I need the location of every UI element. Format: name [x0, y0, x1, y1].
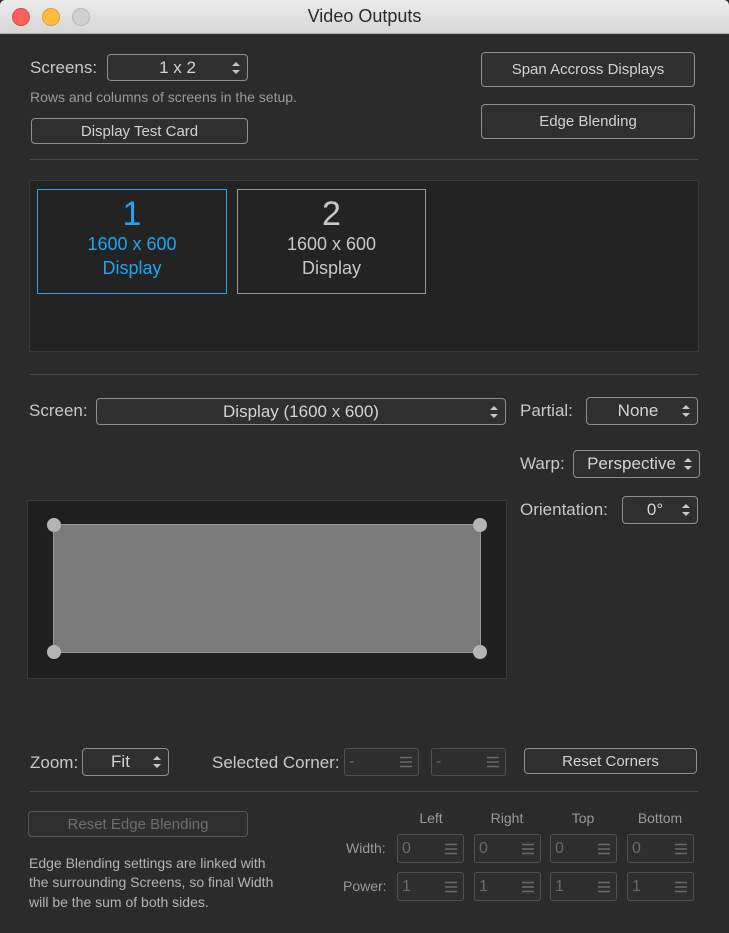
- power-left-field[interactable]: 1: [397, 872, 464, 901]
- screens-label: Screens:: [30, 58, 98, 77]
- power-right-field[interactable]: 1: [474, 872, 541, 901]
- stepper-arrows-icon: [153, 756, 161, 768]
- width-top-value: 0: [555, 839, 564, 857]
- stepper-lines-icon: [598, 881, 610, 892]
- power-top-value: 1: [555, 877, 564, 895]
- reset-corners-button[interactable]: Reset Corners: [524, 748, 697, 774]
- selected-corner-label: Selected Corner:: [212, 753, 340, 772]
- stepper-arrows-icon: [682, 405, 690, 417]
- selected-corner-x-value: -: [349, 753, 355, 770]
- screens-value: 1 x 2: [159, 57, 196, 77]
- partial-label: Partial:: [520, 401, 573, 420]
- separator: [30, 374, 698, 375]
- selected-corner-y-field[interactable]: -: [431, 748, 506, 776]
- span-across-displays-button[interactable]: Span Accross Displays: [481, 52, 695, 87]
- stepper-lines-icon: [598, 843, 610, 854]
- separator: [30, 159, 698, 160]
- column-header-top: Top: [571, 810, 595, 826]
- power-right-value: 1: [479, 877, 488, 895]
- stepper-arrows-icon: [682, 504, 690, 516]
- zoom-label: Zoom:: [30, 753, 79, 772]
- width-right-value: 0: [479, 839, 488, 857]
- edge-note-line: the surrounding Screens, so final Width: [29, 874, 274, 890]
- screen-tile-resolution: 1600 x 600: [87, 234, 177, 254]
- screen-label: Screen:: [29, 401, 88, 420]
- window-title: Video Outputs: [307, 6, 422, 26]
- width-label: Width:: [346, 840, 386, 856]
- column-header-left: Left: [419, 810, 443, 826]
- power-bottom-value: 1: [632, 877, 641, 895]
- power-left-value: 1: [402, 877, 411, 895]
- stepper-arrows-icon: [232, 61, 240, 74]
- stepper-lines-icon: [445, 843, 457, 854]
- screen-tile-number: 1: [122, 195, 142, 233]
- stepper-lines-icon: [445, 881, 457, 892]
- orientation-label: Orientation:: [520, 500, 608, 519]
- edge-note-line: will be the sum of both sides.: [29, 894, 209, 910]
- width-left-value: 0: [402, 839, 411, 857]
- selected-corner-x-field[interactable]: -: [344, 748, 419, 776]
- stepper-arrows-icon: [490, 405, 498, 418]
- edge-note-line: Edge Blending settings are linked with: [29, 855, 266, 871]
- screen-select[interactable]: Display (1600 x 600): [96, 398, 506, 425]
- screen-tile-name: Display: [102, 258, 162, 278]
- power-bottom-field[interactable]: 1: [627, 872, 694, 901]
- orientation-value: 0°: [646, 500, 664, 519]
- warp-label: Warp:: [520, 454, 565, 473]
- screen-tile-name: Display: [301, 258, 362, 278]
- stepper-lines-icon: [400, 756, 412, 768]
- screen-tile-number: 2: [322, 195, 341, 233]
- corner-handle-top-right[interactable]: [473, 518, 487, 532]
- selected-corner-y-value: -: [436, 753, 442, 770]
- warp-value: Perspective: [587, 454, 676, 473]
- orientation-select[interactable]: 0°: [622, 496, 698, 524]
- power-top-field[interactable]: 1: [550, 872, 617, 901]
- warp-test-pattern: [53, 524, 481, 653]
- zoom-value: Fit: [111, 752, 130, 771]
- width-top-field[interactable]: 0: [550, 834, 617, 863]
- stepper-lines-icon: [522, 843, 534, 854]
- screen-select-value: Display (1600 x 600): [223, 401, 379, 421]
- reset-edge-blending-button[interactable]: Reset Edge Blending: [28, 811, 248, 837]
- screens-hint: Rows and columns of screens in the setup…: [30, 89, 297, 105]
- column-header-bottom: Bottom: [637, 810, 683, 826]
- zoom-select[interactable]: Fit: [82, 748, 169, 776]
- screens-select[interactable]: 1 x 2: [107, 54, 248, 81]
- display-test-card-button[interactable]: Display Test Card: [31, 118, 248, 144]
- separator: [30, 791, 698, 792]
- width-bottom-value: 0: [632, 839, 641, 857]
- width-right-field[interactable]: 0: [474, 834, 541, 863]
- screen-tile-1[interactable]: 1 1600 x 600 Display: [37, 189, 227, 294]
- stepper-lines-icon: [522, 881, 534, 892]
- column-header-right: Right: [490, 810, 524, 826]
- stepper-arrows-icon: [684, 458, 692, 470]
- width-bottom-field[interactable]: 0: [627, 834, 694, 863]
- edge-blending-button[interactable]: Edge Blending: [481, 104, 695, 139]
- corner-handle-bottom-right[interactable]: [473, 645, 487, 659]
- partial-value: None: [617, 401, 659, 420]
- width-left-field[interactable]: 0: [397, 834, 464, 863]
- power-label: Power:: [343, 878, 387, 894]
- partial-select[interactable]: None: [586, 397, 698, 425]
- warp-select[interactable]: Perspective: [573, 450, 700, 478]
- corner-handle-top-left[interactable]: [47, 518, 61, 532]
- screen-tile-2[interactable]: 2 1600 x 600 Display: [237, 189, 426, 294]
- corner-handle-bottom-left[interactable]: [47, 645, 61, 659]
- stepper-lines-icon: [675, 881, 687, 892]
- stepper-lines-icon: [487, 756, 499, 768]
- screen-tile-resolution: 1600 x 600: [286, 234, 377, 254]
- stepper-lines-icon: [675, 843, 687, 854]
